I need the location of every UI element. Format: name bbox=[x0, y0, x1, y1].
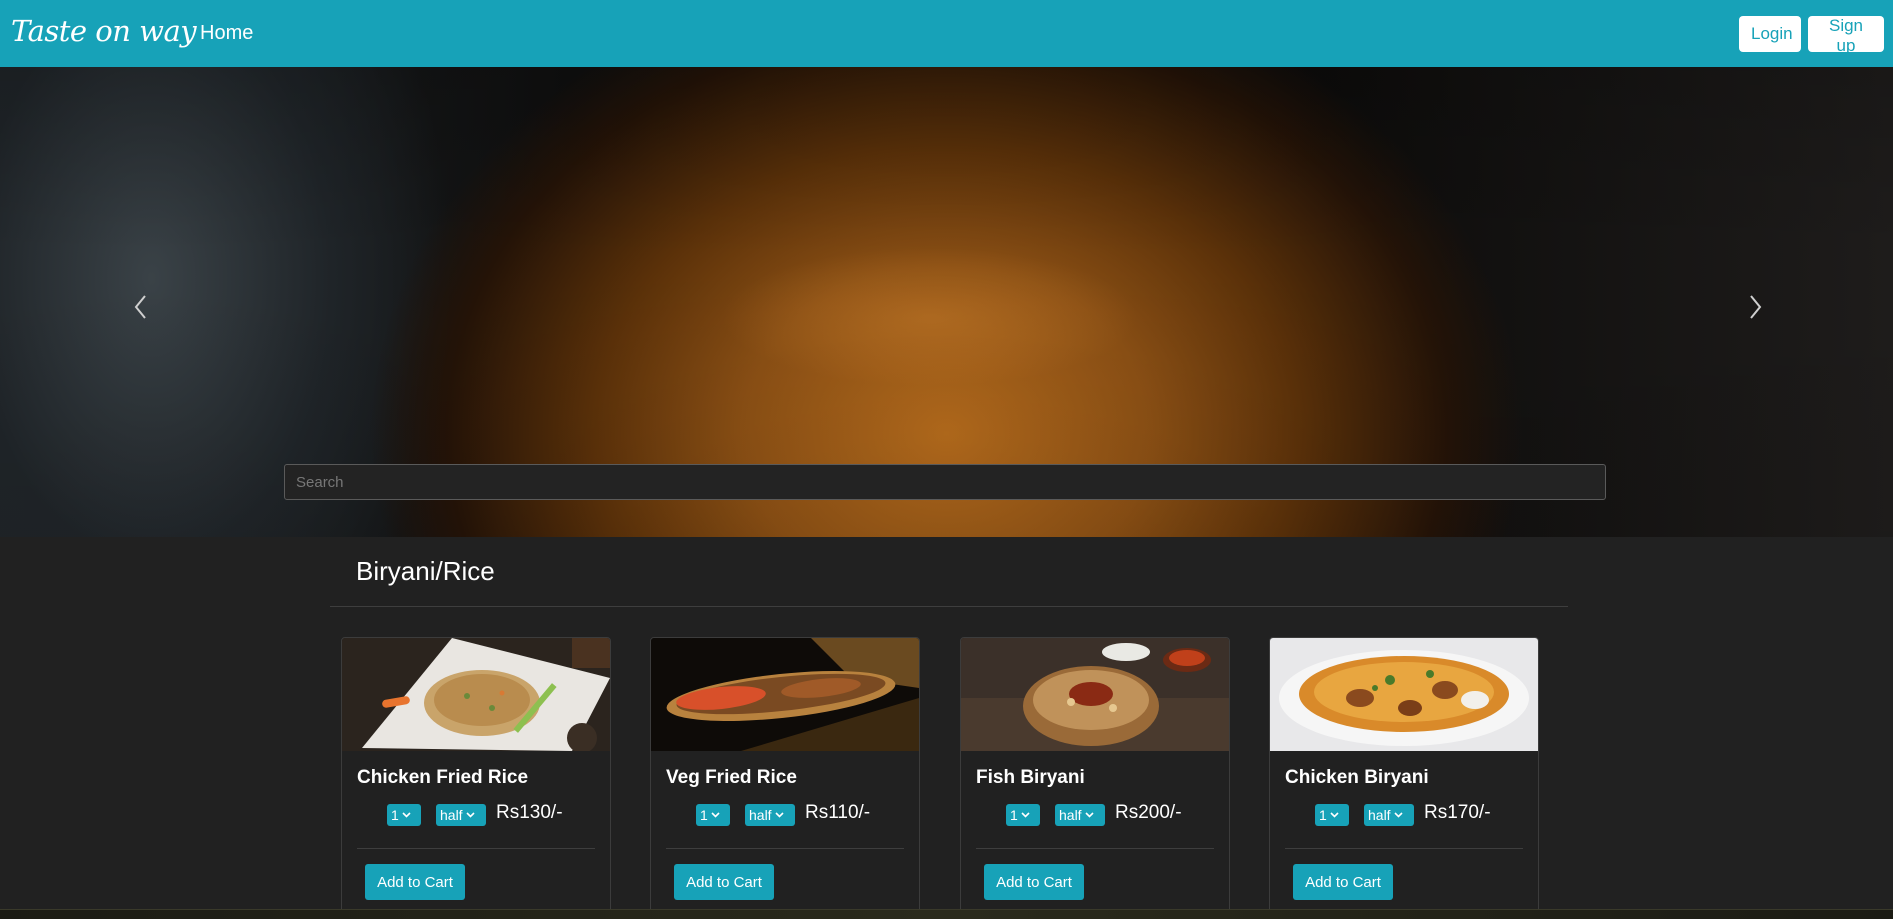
card-title: Chicken Fried Rice bbox=[357, 767, 529, 788]
login-button[interactable]: Login bbox=[1739, 16, 1801, 52]
card-divider bbox=[1285, 848, 1523, 849]
carousel-prev-button[interactable] bbox=[126, 287, 156, 327]
chevron-left-icon bbox=[134, 295, 146, 319]
chevron-down-icon bbox=[775, 812, 784, 818]
quantity-value: 1 bbox=[700, 807, 708, 823]
chevron-down-icon bbox=[466, 812, 475, 818]
chevron-down-icon bbox=[1330, 812, 1339, 818]
size-select[interactable]: half bbox=[436, 804, 486, 826]
brand-logo[interactable]: Taste on way bbox=[11, 14, 197, 48]
size-value: half bbox=[749, 807, 772, 823]
menu-card-fish-biryani: Fish Biryani 1 half Rs200/- Add to Cart bbox=[960, 637, 1230, 919]
chevron-down-icon bbox=[1021, 812, 1030, 818]
size-value: half bbox=[440, 807, 463, 823]
section-title: Biryani/Rice bbox=[356, 556, 495, 586]
price-label: Rs130/- bbox=[496, 802, 563, 823]
quantity-select[interactable]: 1 bbox=[387, 804, 421, 826]
page-bottom-edge bbox=[0, 909, 1893, 919]
price-label: Rs200/- bbox=[1115, 802, 1182, 823]
price-label: Rs110/- bbox=[805, 802, 871, 823]
quantity-value: 1 bbox=[1319, 807, 1327, 823]
nav-link-home[interactable]: Home bbox=[200, 22, 253, 45]
size-value: half bbox=[1059, 807, 1082, 823]
menu-card-chicken-biryani: Chicken Biryani 1 half Rs170/- Add to Ca… bbox=[1269, 637, 1539, 919]
card-title: Veg Fried Rice bbox=[666, 767, 797, 788]
card-divider bbox=[357, 848, 595, 849]
search-input[interactable] bbox=[284, 464, 1606, 500]
add-to-cart-button[interactable]: Add to Cart bbox=[674, 864, 774, 900]
quantity-select[interactable]: 1 bbox=[1315, 804, 1349, 826]
size-select[interactable]: half bbox=[745, 804, 795, 826]
card-image-fish-biryani bbox=[961, 638, 1229, 751]
quantity-select[interactable]: 1 bbox=[1006, 804, 1040, 826]
price-label: Rs170/- bbox=[1424, 802, 1491, 823]
quantity-select[interactable]: 1 bbox=[696, 804, 730, 826]
card-divider bbox=[666, 848, 904, 849]
card-image-chicken-biryani bbox=[1270, 638, 1538, 751]
chevron-down-icon bbox=[402, 812, 411, 818]
menu-card-veg-fried-rice: Veg Fried Rice 1 half Rs110/- Add to Car… bbox=[650, 637, 920, 919]
card-image-veg-fried-rice bbox=[651, 638, 919, 751]
size-value: half bbox=[1368, 807, 1391, 823]
hero-carousel bbox=[0, 67, 1893, 537]
chevron-down-icon bbox=[1394, 812, 1403, 818]
size-select[interactable]: half bbox=[1055, 804, 1105, 826]
carousel-next-button[interactable] bbox=[1740, 287, 1770, 327]
quantity-value: 1 bbox=[391, 807, 399, 823]
add-to-cart-button[interactable]: Add to Cart bbox=[984, 864, 1084, 900]
menu-card-chicken-fried-rice: Chicken Fried Rice 1 half Rs130/- Add to… bbox=[341, 637, 611, 919]
chevron-down-icon bbox=[1085, 812, 1094, 818]
quantity-value: 1 bbox=[1010, 807, 1018, 823]
card-title: Chicken Biryani bbox=[1285, 767, 1429, 788]
add-to-cart-button[interactable]: Add to Cart bbox=[1293, 864, 1393, 900]
card-image-chicken-fried-rice bbox=[342, 638, 610, 751]
size-select[interactable]: half bbox=[1364, 804, 1414, 826]
add-to-cart-button[interactable]: Add to Cart bbox=[365, 864, 465, 900]
section-divider bbox=[330, 606, 1568, 607]
card-divider bbox=[976, 848, 1214, 849]
card-title: Fish Biryani bbox=[976, 767, 1085, 788]
chevron-down-icon bbox=[711, 812, 720, 818]
chevron-right-icon bbox=[1750, 295, 1762, 319]
navbar: Taste on way Home Login Sign up bbox=[0, 0, 1893, 67]
signup-button[interactable]: Sign up bbox=[1808, 16, 1884, 55]
